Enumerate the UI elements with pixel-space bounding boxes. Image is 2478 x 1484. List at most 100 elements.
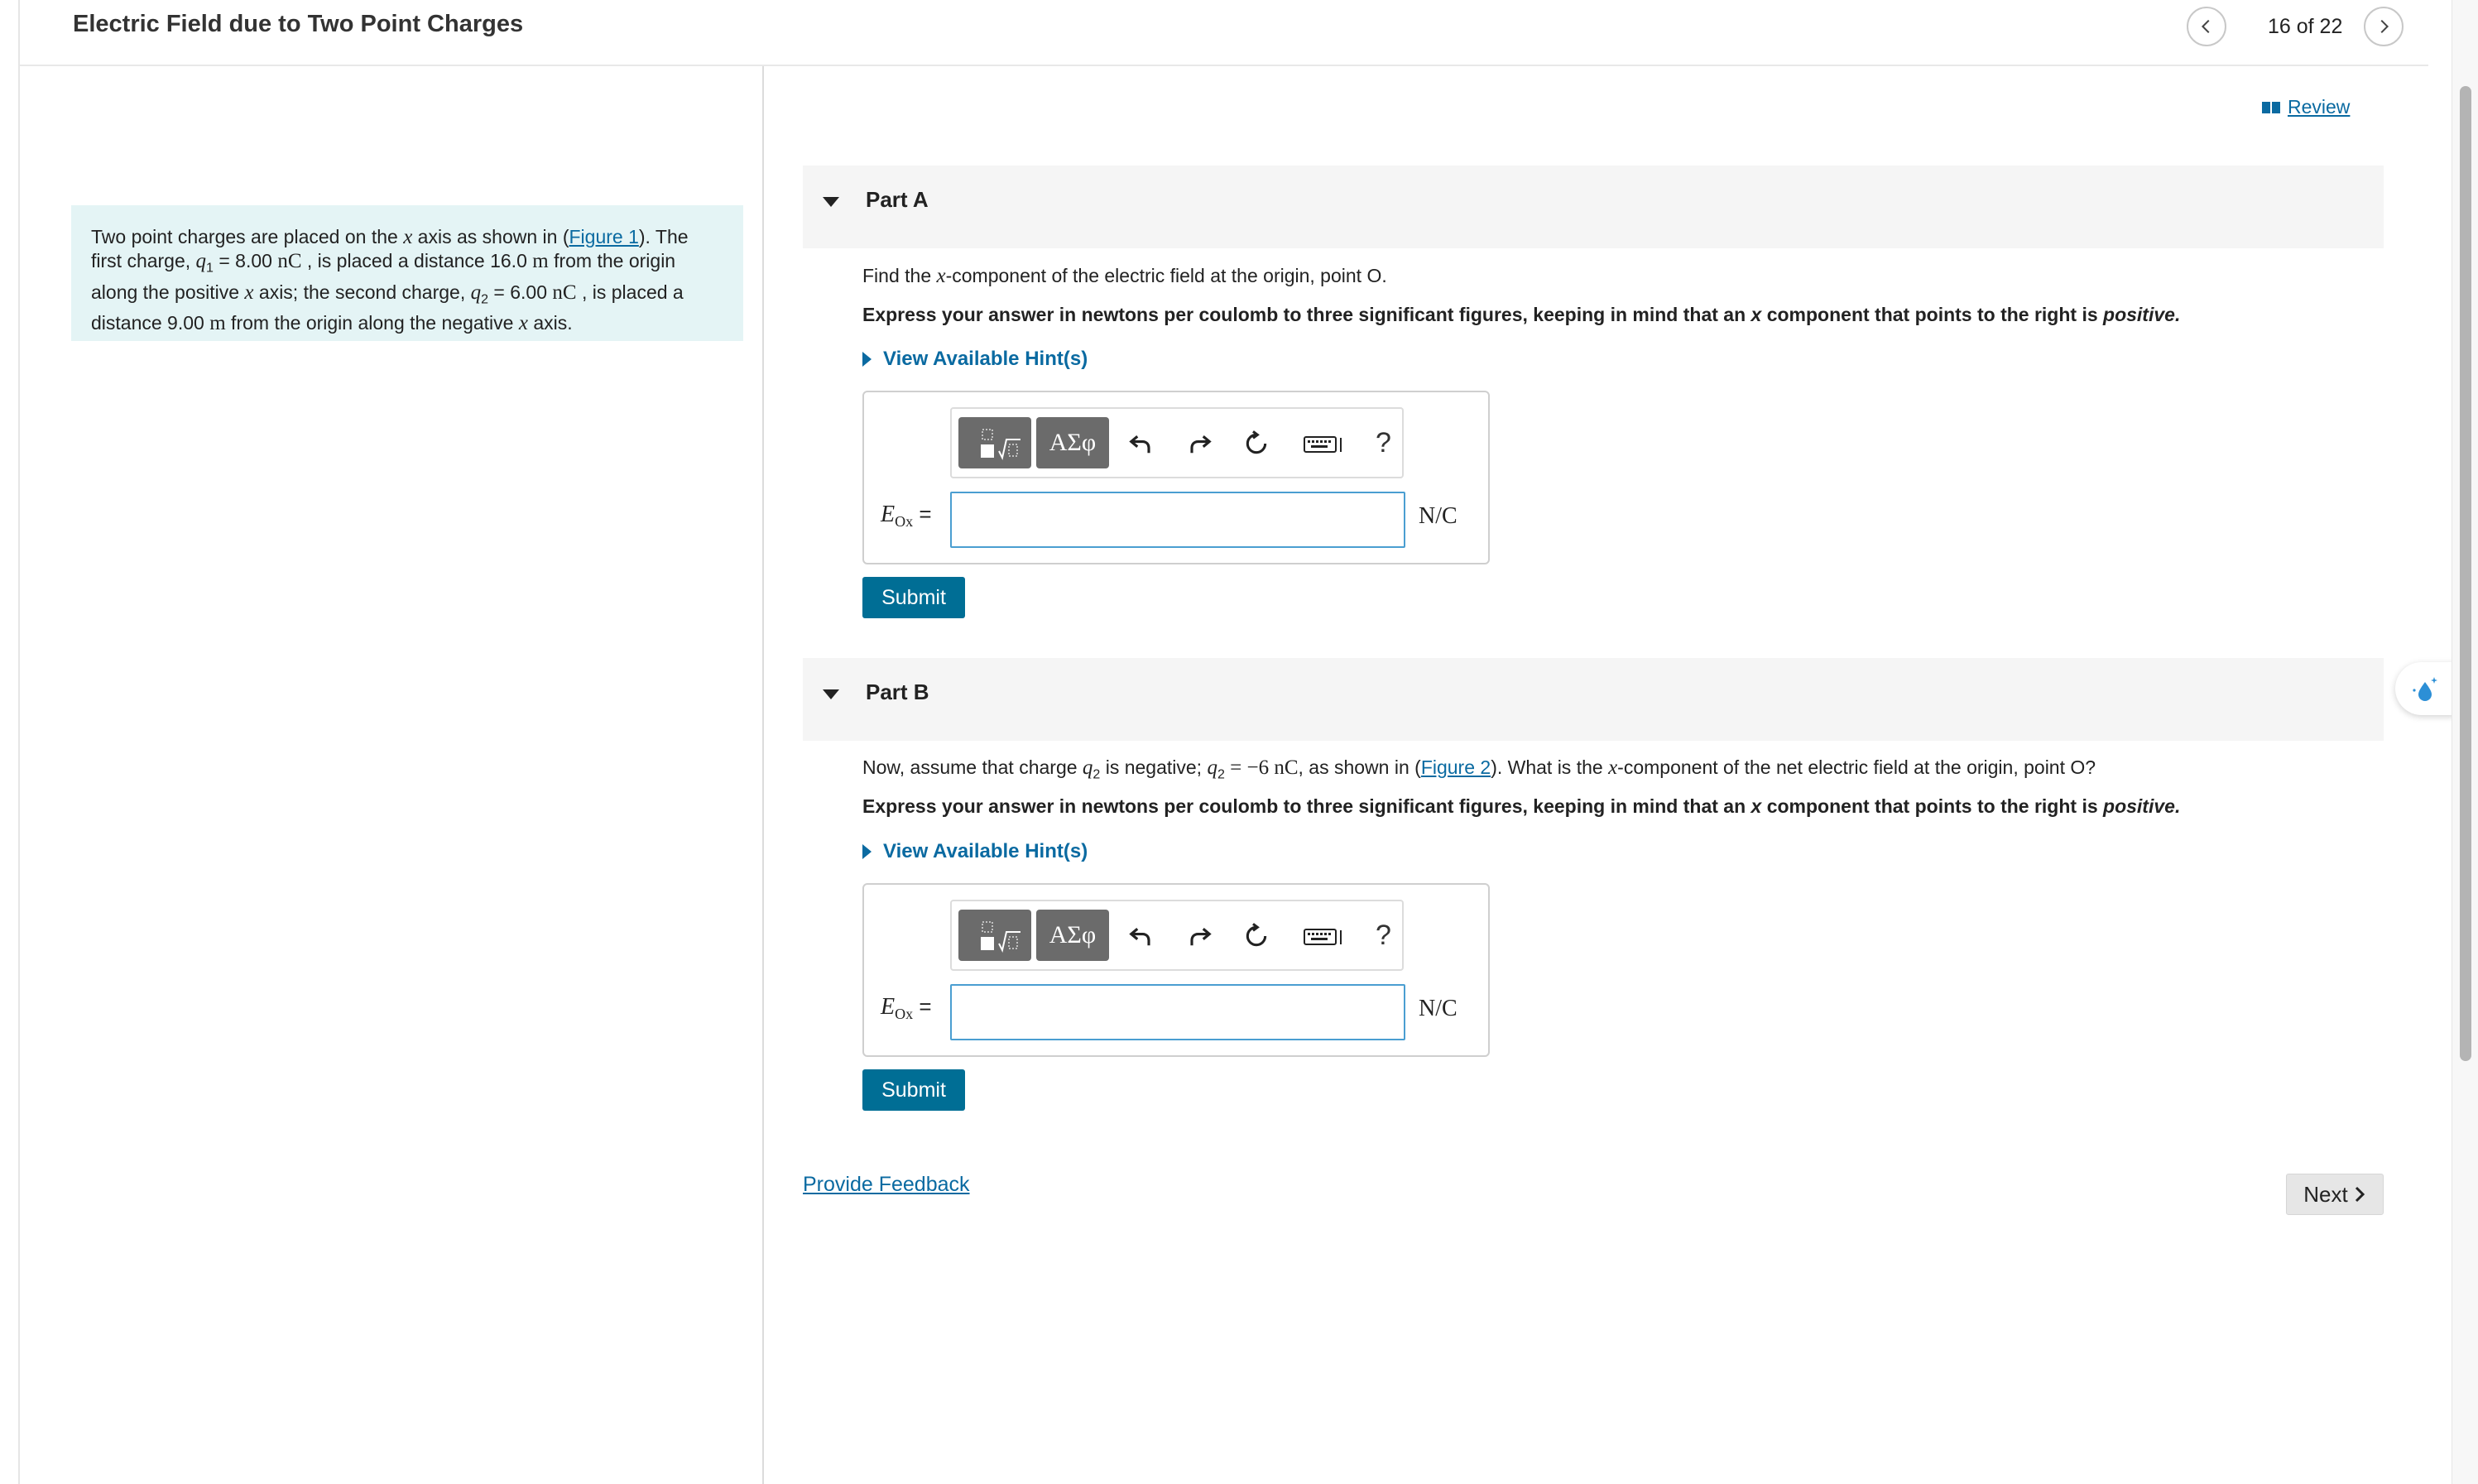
part-b-answer-box: ΑΣφ ? EOx = N/C [862, 883, 1490, 1057]
instruction-emphasis: positive. [2103, 304, 2181, 325]
part-a-submit-button[interactable]: Submit [862, 577, 965, 618]
unit-nc: nC [277, 250, 302, 272]
part-b-hint-toggle[interactable]: View Available Hint(s) [862, 840, 1088, 863]
question-text: -component of the net electric field at … [1617, 756, 2096, 778]
intro-line-4: distance 9.00 m from the origin along th… [91, 311, 723, 335]
previous-item-button[interactable] [2187, 7, 2226, 46]
instruction-text: Express your answer in newtons per coulo… [862, 304, 1751, 325]
instruction-text: component that points to the right is [1761, 795, 2104, 817]
var-x: x [1750, 795, 1762, 817]
question-text: Find the [862, 265, 937, 286]
question-text: is negative; [1100, 756, 1208, 778]
chevron-right-icon [2355, 1186, 2365, 1203]
equals-sign: = [913, 502, 932, 526]
question-text: ). What is the [1491, 756, 1609, 778]
intro-text: distance 9.00 [91, 312, 210, 334]
provide-feedback-link[interactable]: Provide Feedback [803, 1173, 970, 1197]
help-button[interactable]: ? [1376, 920, 1391, 952]
greek-symbols-button[interactable]: ΑΣφ [1036, 910, 1109, 961]
intro-text: axis; the second charge, [253, 281, 471, 303]
var-x: x [403, 226, 413, 248]
var-subscript: 2 [1093, 767, 1101, 782]
templates-icon [981, 921, 1020, 953]
equals-sign: = [913, 994, 932, 1019]
instruction-emphasis: positive. [2103, 795, 2181, 817]
chevron-left-icon [2201, 19, 2210, 34]
frame-border [18, 0, 20, 1484]
part-b-header[interactable]: Part B [803, 658, 2384, 741]
intro-text: from the origin [548, 250, 676, 271]
unit-label: N/C [1419, 996, 1458, 1021]
assistant-widget-button[interactable] [2395, 662, 2455, 715]
part-a-label: Part A [866, 187, 929, 212]
intro-text: , is placed a distance 16.0 [301, 250, 533, 271]
reset-icon [1246, 923, 1267, 947]
figure-2-link[interactable]: Figure 2 [1421, 756, 1491, 778]
panel-divider [762, 66, 764, 1484]
hint-label: View Available Hint(s) [883, 348, 1088, 370]
intro-line-3: along the positive x axis; the second ch… [91, 281, 723, 312]
part-a-answer-input[interactable] [950, 492, 1405, 548]
review-link[interactable]: Review [2261, 96, 2350, 118]
undo-button[interactable] [1124, 427, 1157, 460]
part-a-hint-toggle[interactable]: View Available Hint(s) [862, 348, 1088, 371]
keyboard-icon [1304, 436, 1342, 453]
intro-text: , is placed a [576, 281, 684, 303]
keyboard-icon [1304, 929, 1342, 945]
var-q2: q [1207, 756, 1217, 779]
q1-value: = 8.00 [213, 250, 278, 271]
reset-button[interactable] [1240, 920, 1273, 953]
intro-text: ). The [638, 226, 689, 247]
var-x: x [936, 265, 946, 287]
var-subscript: 2 [1217, 767, 1225, 782]
keyboard-shortcuts-button[interactable] [1301, 920, 1346, 953]
greek-label: ΑΣφ [1049, 429, 1097, 456]
page-title: Electric Field due to Two Point Charges [73, 11, 524, 37]
var-e: E [881, 994, 896, 1020]
sparkle-drop-icon [2413, 677, 2437, 701]
templates-button[interactable] [958, 417, 1031, 468]
intro-text: axis as shown in ( [412, 226, 569, 247]
part-b-submit-button[interactable]: Submit [862, 1069, 965, 1111]
redo-button[interactable] [1184, 920, 1217, 953]
part-a-header[interactable]: Part A [803, 166, 2384, 248]
part-a-instruction: Express your answer in newtons per coulo… [862, 304, 2180, 326]
reset-button[interactable] [1240, 427, 1273, 460]
instruction-text: component that points to the right is [1761, 304, 2104, 325]
var-e: E [881, 502, 896, 527]
hint-label: View Available Hint(s) [883, 840, 1088, 862]
greek-symbols-button[interactable]: ΑΣφ [1036, 417, 1109, 468]
greek-label: ΑΣφ [1049, 921, 1097, 949]
templates-button[interactable] [958, 910, 1031, 961]
templates-icon [981, 429, 1020, 460]
math-toolbar: ΑΣφ ? [950, 900, 1404, 971]
var-subscript: Ox [895, 513, 914, 531]
var-q1: q [195, 250, 207, 272]
var-q2: q [470, 281, 482, 304]
undo-button[interactable] [1124, 920, 1157, 953]
part-b-question: Now, assume that charge q2 is negative; … [862, 756, 2096, 783]
var-x: x [244, 281, 254, 304]
collapse-caret-icon[interactable] [823, 689, 839, 699]
part-b-answer-input[interactable] [950, 984, 1405, 1040]
part-b-label: Part B [866, 680, 929, 704]
review-label: Review [2288, 96, 2351, 118]
figure-1-link[interactable]: Figure 1 [569, 226, 639, 247]
redo-button[interactable] [1184, 427, 1217, 460]
help-button[interactable]: ? [1376, 427, 1391, 459]
next-item-button[interactable] [2364, 7, 2404, 46]
math-toolbar: ΑΣφ ? [950, 407, 1404, 478]
intro-text: first charge, [91, 250, 196, 271]
redo-icon [1190, 928, 1212, 946]
scrollbar-thumb[interactable] [2460, 86, 2471, 1061]
reset-icon [1246, 430, 1267, 454]
intro-text: from the origin along the negative [225, 312, 519, 334]
collapse-caret-icon[interactable] [823, 197, 839, 207]
part-a-answer-box: ΑΣφ ? EOx = N/C [862, 391, 1490, 564]
next-button[interactable]: Next [2286, 1174, 2384, 1215]
unit-m: m [532, 250, 549, 272]
keyboard-shortcuts-button[interactable] [1301, 427, 1346, 460]
intro-line-1: Two point charges are placed on the x ax… [91, 225, 723, 249]
var-subscript: Ox [895, 1006, 914, 1023]
intro-text: Two point charges are placed on the [91, 226, 404, 247]
